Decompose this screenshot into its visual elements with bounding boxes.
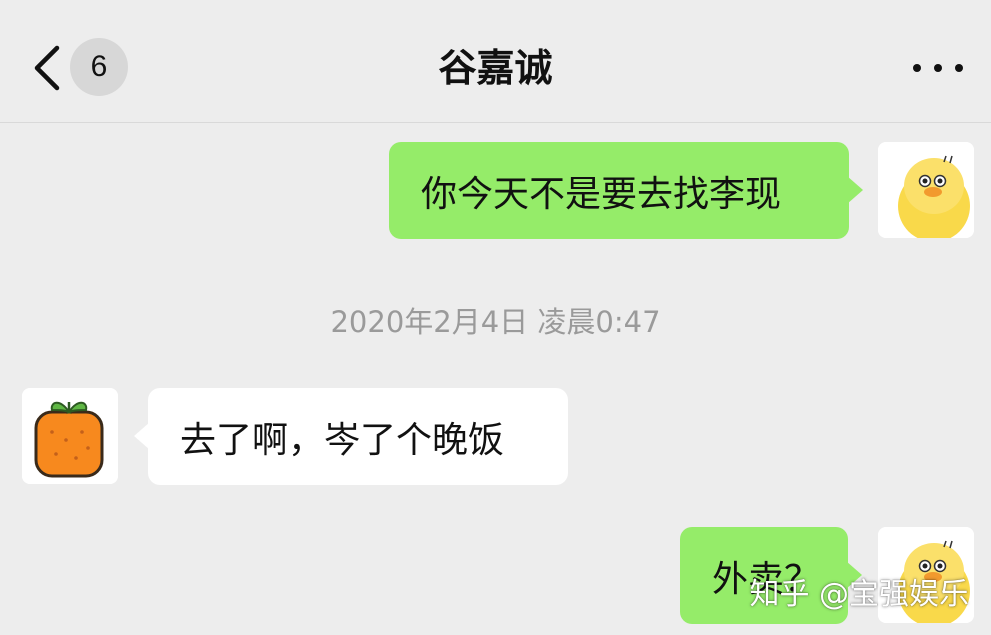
message-bubble-outgoing[interactable]: 你今天不是要去找李现 <box>389 142 863 239</box>
watermark: 知乎 @宝强娱乐 <box>749 577 969 612</box>
orange-fruit-avatar-icon <box>22 388 118 484</box>
contact-avatar[interactable] <box>22 388 118 484</box>
my-avatar[interactable] <box>878 142 974 238</box>
yellow-duck-avatar-icon <box>878 142 974 238</box>
ellipsis-icon <box>913 64 921 72</box>
message-bubble-incoming[interactable]: 去了啊，岑了个晚饭 <box>134 388 568 485</box>
chat-title: 谷嘉诚 <box>438 46 553 90</box>
message-timestamp: 2020年2月4日 凌晨0:47 <box>330 305 661 339</box>
more-options-button[interactable] <box>913 54 963 82</box>
chat-header: 6 谷嘉诚 <box>0 0 991 123</box>
